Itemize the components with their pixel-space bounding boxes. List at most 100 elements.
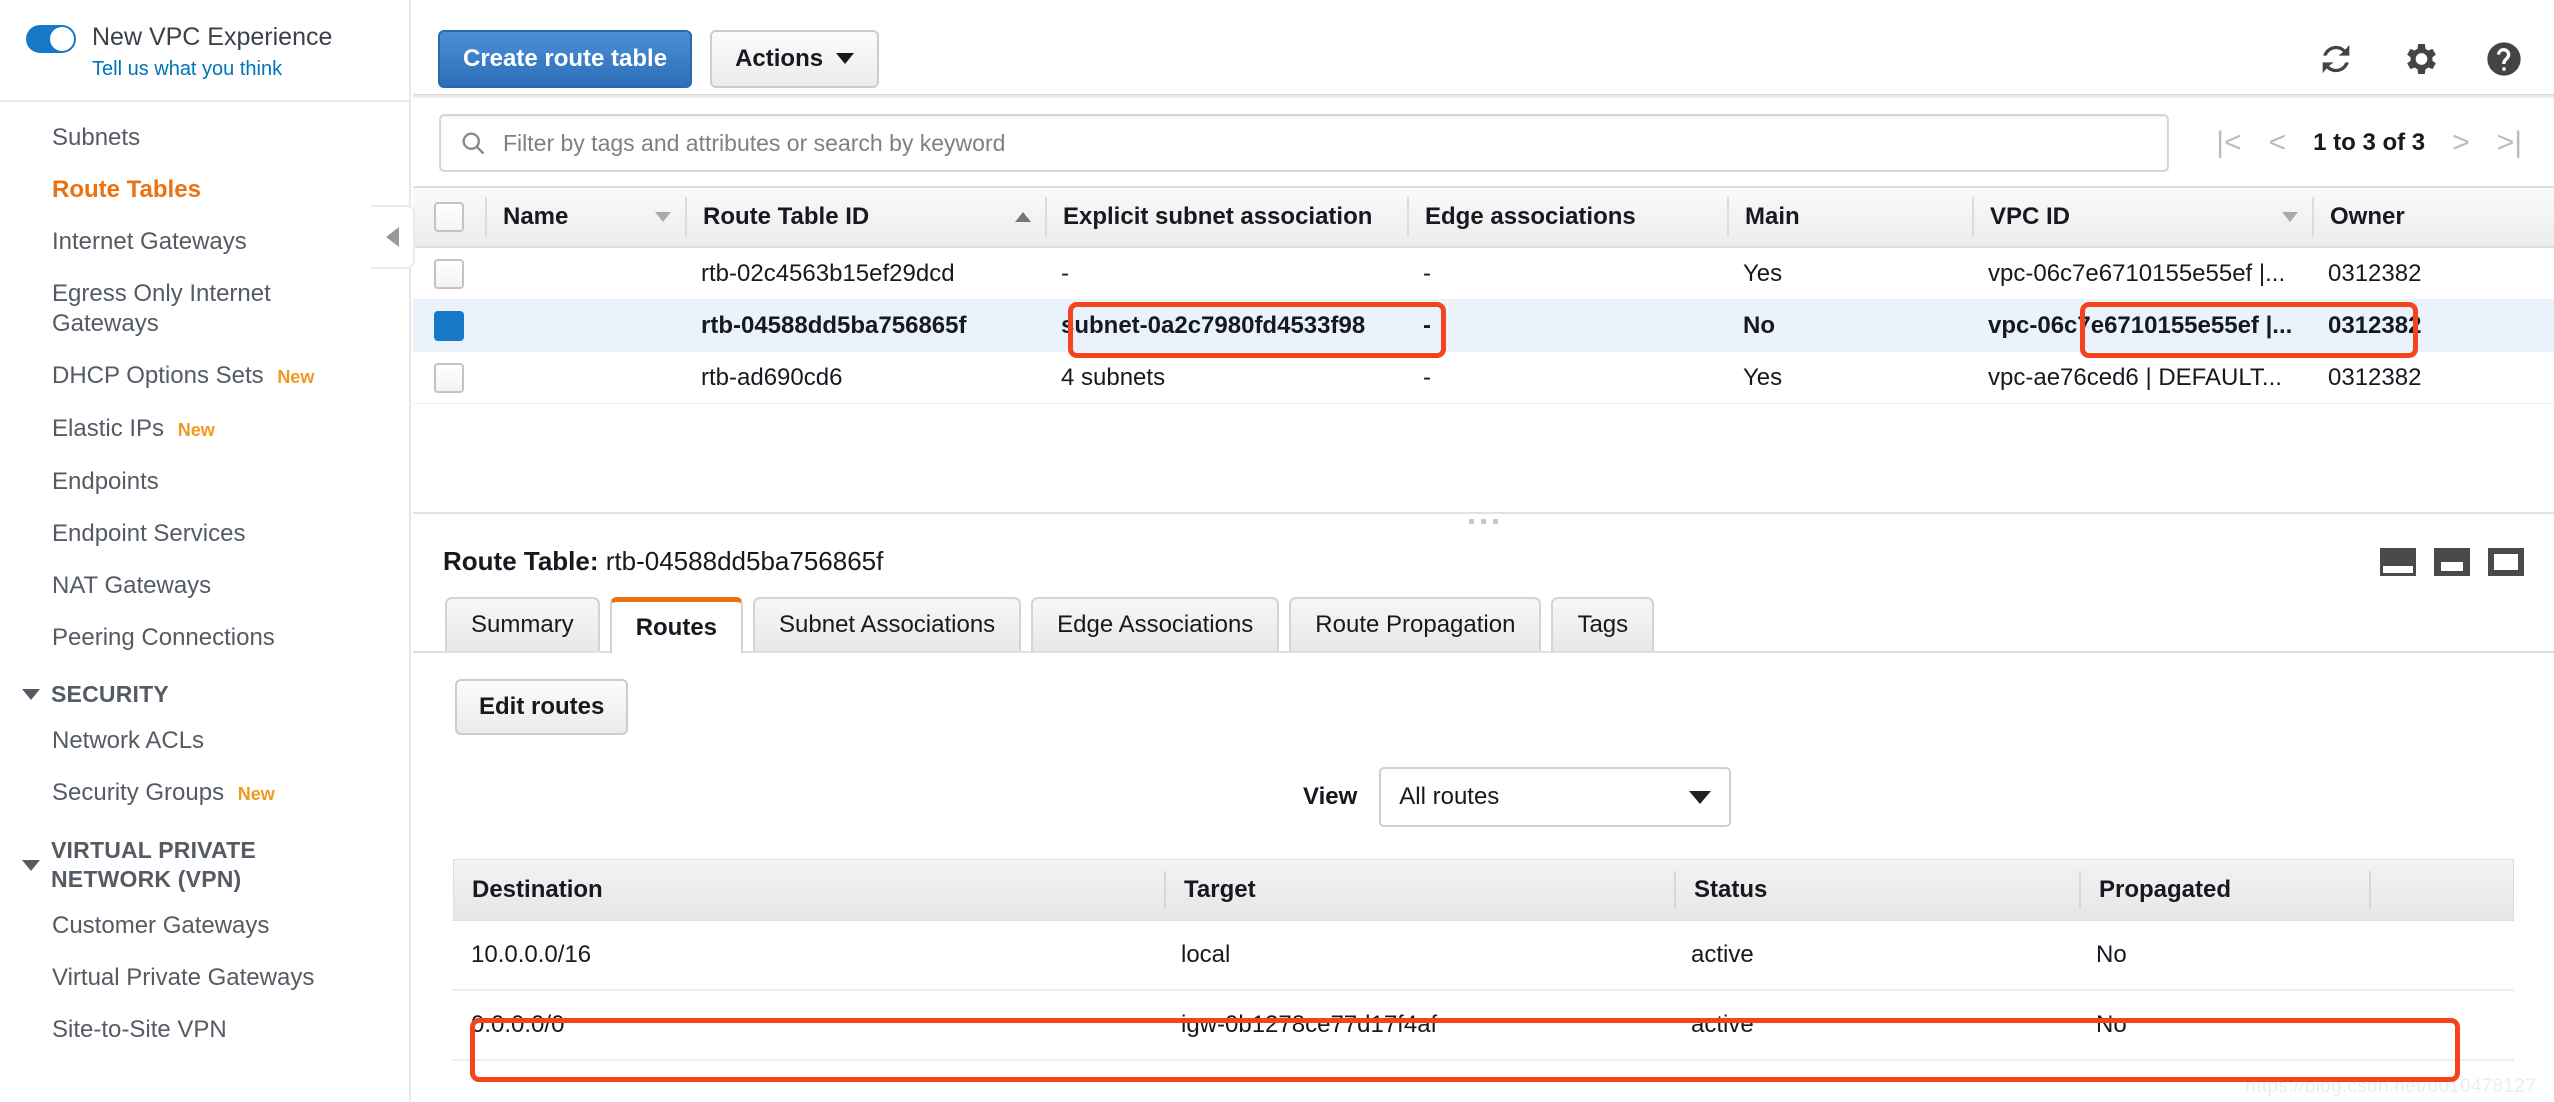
grip-dot	[1493, 518, 1498, 524]
column-header-main[interactable]: Main	[1727, 197, 1972, 237]
table-row[interactable]: rtb-02c4563b15ef29dcd - - Yes vpc-06c7e6…	[413, 248, 2554, 300]
sidebar-group-vpn[interactable]: VIRTUAL PRIVATE NETWORK (VPN)	[0, 820, 409, 900]
table-row[interactable]: rtb-ad690cd6 4 subnets - Yes vpc-ae76ced…	[413, 352, 2554, 404]
tab-label: Route Propagation	[1315, 611, 1516, 638]
gear-icon[interactable]	[2400, 39, 2440, 79]
sidebar-item-label: NAT Gateways	[52, 572, 212, 599]
sidebar-item-nat-gateways[interactable]: NAT Gateways	[0, 560, 409, 612]
refresh-icon[interactable]	[2316, 39, 2356, 79]
sidebar-item-site-to-site-vpn[interactable]: Site-to-Site VPN	[0, 1004, 409, 1056]
row-checkbox[interactable]	[434, 310, 464, 341]
column-header-edge-associations[interactable]: Edge associations	[1407, 197, 1727, 237]
table-row[interactable]: rtb-04588dd5ba756865f subnet-0a2c7980fd4…	[413, 300, 2554, 352]
actions-button[interactable]: Actions	[710, 29, 880, 88]
cell-vpc-id[interactable]: vpc-06c7e6710155e55ef |...	[1972, 248, 2312, 300]
column-header-subnet-association[interactable]: Explicit subnet association	[1045, 197, 1407, 237]
search-input[interactable]: Filter by tags and attributes or search …	[439, 114, 2169, 172]
sidebar-item-route-tables[interactable]: Route Tables	[0, 164, 409, 216]
new-vpc-experience-toggle[interactable]	[26, 25, 76, 53]
route-tables-table: Name Route Table ID Explicit subnet asso…	[413, 186, 2554, 404]
sidebar-item-dhcp-options-sets[interactable]: DHCP Options Sets New	[0, 350, 409, 403]
cell-subnet-association: subnet-0a2c7980fd4533f98	[1061, 311, 1366, 339]
panel-layout-icons	[2380, 547, 2524, 576]
routes-cell-propagated: No	[2096, 941, 2127, 968]
cell-vpc-id[interactable]: vpc-ae76ced6 | DEFAULT...	[1972, 352, 2312, 404]
sidebar-item-elastic-ips[interactable]: Elastic IPs New	[0, 403, 409, 456]
panel-bottom-small-icon[interactable]	[2380, 547, 2416, 576]
routes-row[interactable]: 10.0.0.0/16 local active No	[453, 921, 2514, 991]
edit-routes-row: Edit routes	[413, 653, 2554, 735]
tab-label: Edge Associations	[1057, 611, 1254, 638]
panel-splitter[interactable]	[413, 512, 2554, 528]
column-label: VPC ID	[1990, 203, 2071, 230]
row-checkbox[interactable]	[434, 258, 464, 289]
cell-owner: 0312382	[2328, 259, 2422, 287]
pagination-prev-button[interactable]: <	[2269, 128, 2287, 158]
tab-route-propagation[interactable]: Route Propagation	[1289, 597, 1542, 651]
routes-cell-target[interactable]: igw-0b1278ce77d17f4af	[1163, 990, 1673, 1060]
pagination-next-button[interactable]: >	[2452, 128, 2470, 158]
toolbar: Create route table Actions	[413, 0, 2554, 94]
sidebar-item-label: Security Groups	[52, 779, 225, 806]
select-all-checkbox[interactable]	[434, 202, 464, 232]
cell-subnet-association[interactable]: 4 subnets	[1045, 352, 1407, 404]
pagination-last-button[interactable]: >|	[2497, 128, 2522, 158]
row-select-cell[interactable]	[413, 248, 485, 300]
sidebar-item-endpoints[interactable]: Endpoints	[0, 456, 409, 508]
column-label: Owner	[2330, 203, 2405, 230]
column-header-owner[interactable]: Owner	[2312, 197, 2552, 237]
sidebar-item-network-acls[interactable]: Network ACLs	[0, 715, 409, 767]
row-select-cell[interactable]	[413, 352, 485, 404]
panel-full-icon[interactable]	[2488, 547, 2524, 576]
sidebar-group-security[interactable]: SECURITY	[0, 664, 409, 715]
sidebar-collapse-button[interactable]	[371, 205, 415, 269]
routes-row[interactable]: 0.0.0.0/0 igw-0b1278ce77d17f4af active N…	[453, 991, 2514, 1061]
row-checkbox[interactable]	[434, 362, 464, 393]
sidebar-item-customer-gateways[interactable]: Customer Gateways	[0, 900, 409, 952]
sidebar-item-label: DHCP Options Sets	[52, 362, 264, 389]
sidebar-item-label: Endpoint Services	[52, 520, 246, 547]
table-header-row: Name Route Table ID Explicit subnet asso…	[413, 186, 2554, 248]
tab-tags[interactable]: Tags	[1551, 597, 1655, 651]
cell-subnet-association: -	[1061, 259, 1069, 287]
chevron-down-icon	[22, 689, 40, 700]
edit-routes-button[interactable]: Edit routes	[455, 679, 629, 735]
sidebar-item-endpoint-services[interactable]: Endpoint Services	[0, 508, 409, 560]
sidebar-item-internet-gateways[interactable]: Internet Gateways	[0, 216, 409, 268]
cell-route-table-id: rtb-ad690cd6	[701, 363, 843, 391]
view-select[interactable]: All routes	[1379, 767, 1732, 827]
sidebar-group-label: SECURITY	[51, 681, 169, 707]
sidebar-item-peering-connections[interactable]: Peering Connections	[0, 612, 409, 664]
cell-main: Yes	[1743, 363, 1783, 391]
feedback-link[interactable]: Tell us what you think	[92, 57, 332, 81]
routes-column-target: Target	[1164, 871, 1674, 909]
panel-bottom-medium-icon[interactable]	[2434, 547, 2470, 576]
create-route-table-button[interactable]: Create route table	[438, 29, 693, 88]
help-icon[interactable]	[2484, 39, 2524, 79]
select-all-header[interactable]	[413, 197, 485, 237]
row-select-cell[interactable]	[413, 300, 485, 352]
tab-routes[interactable]: Routes	[609, 597, 744, 653]
tab-edge-associations[interactable]: Edge Associations	[1031, 597, 1280, 651]
routes-cell-spacer	[2368, 990, 2514, 1060]
sidebar-item-subnets[interactable]: Subnets	[0, 112, 409, 164]
tab-subnet-associations[interactable]: Subnet Associations	[753, 597, 1022, 651]
routes-cell-target: local	[1181, 941, 1231, 968]
detail-title: Route Table: rtb-04588dd5ba756865f	[443, 546, 883, 577]
cell-name	[485, 248, 685, 300]
sidebar-item-egress-only-internet-gateways[interactable]: Egress Only Internet Gateways	[0, 268, 409, 350]
column-label: Route Table ID	[703, 203, 870, 230]
pagination-first-button[interactable]: |<	[2216, 128, 2241, 158]
sidebar-item-security-groups[interactable]: Security Groups New	[0, 767, 409, 820]
sidebar-item-virtual-private-gateways[interactable]: Virtual Private Gateways	[0, 952, 409, 1004]
search-placeholder: Filter by tags and attributes or search …	[503, 129, 1006, 156]
cell-owner: 0312382	[2328, 363, 2422, 391]
chevron-down-icon	[1689, 790, 1712, 804]
cell-edge-associations: -	[1423, 259, 1431, 287]
tab-summary[interactable]: Summary	[445, 597, 600, 651]
column-header-vpc-id[interactable]: VPC ID	[1972, 197, 2312, 237]
cell-vpc-id[interactable]: vpc-06c7e6710155e55ef |...	[1972, 300, 2312, 352]
column-header-name[interactable]: Name	[485, 197, 685, 237]
routes-column-propagated: Propagated	[2079, 871, 2369, 909]
column-header-route-table-id[interactable]: Route Table ID	[685, 197, 1045, 237]
